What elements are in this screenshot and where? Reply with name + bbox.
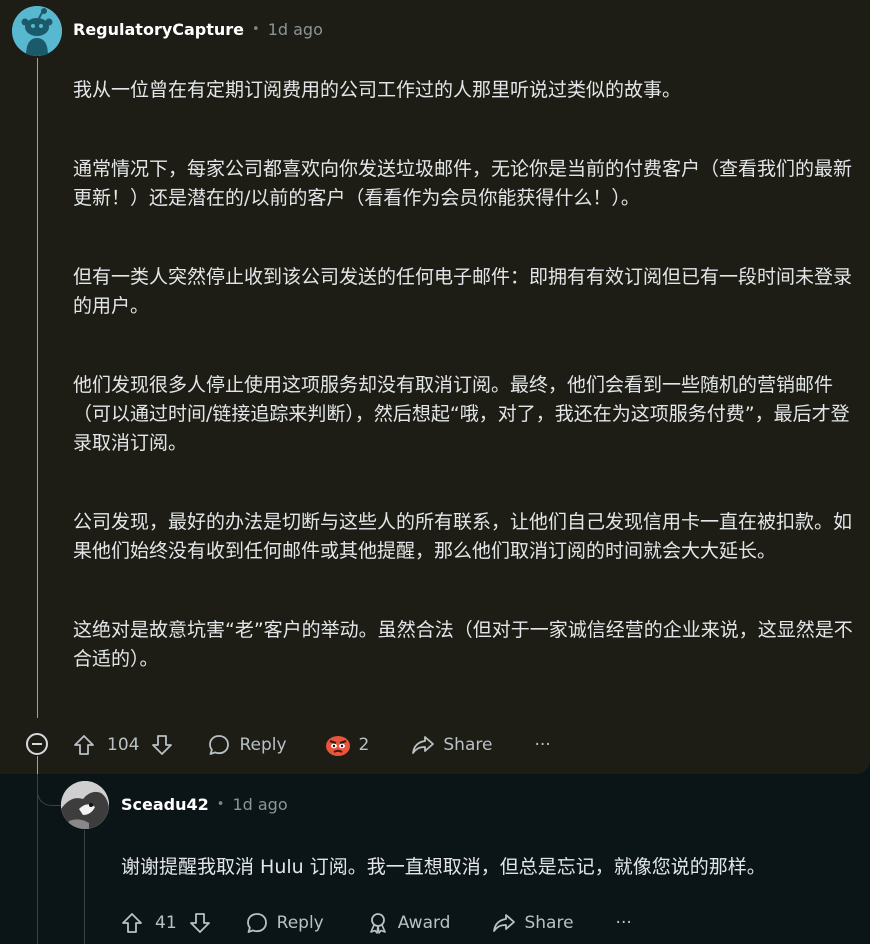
comment-body: 谢谢提醒我取消 Hulu 订阅。我一直想取消，但总是忘记，就像您说的那样。 xyxy=(121,856,766,878)
reply-label: Reply xyxy=(239,735,287,755)
avatar[interactable] xyxy=(61,781,109,829)
vote-count: 104 xyxy=(107,735,140,755)
vote-group: 104 xyxy=(73,734,173,756)
timestamp[interactable]: 1d ago xyxy=(268,20,323,39)
award-label: Award xyxy=(397,913,451,933)
more-options-icon: ··· xyxy=(615,913,632,933)
upvote-button[interactable] xyxy=(121,912,143,934)
downvote-button[interactable] xyxy=(189,912,211,934)
username[interactable]: Sceadu42 xyxy=(121,795,209,814)
downvote-icon xyxy=(189,913,210,933)
more-options-icon: ··· xyxy=(534,735,551,755)
separator-dot: • xyxy=(252,22,260,37)
share-label: Share xyxy=(524,913,574,933)
thread-line[interactable] xyxy=(84,830,85,944)
share-label: Share xyxy=(443,735,493,755)
comment-meta: RegulatoryCapture • 1d ago xyxy=(73,20,323,39)
username[interactable]: RegulatoryCapture xyxy=(73,20,244,39)
upvote-icon xyxy=(74,735,94,755)
comment-paragraph: 但有一类人突然停止收到该公司发送的任何电子邮件：即拥有有效订阅但已有一段时间未登… xyxy=(73,266,853,317)
thread-line[interactable] xyxy=(37,58,38,718)
comment-paragraph: 通常情况下，每家公司都喜欢向你发送垃圾邮件，无论你是当前的付费客户（查看我们的最… xyxy=(73,158,853,209)
thread-line[interactable] xyxy=(37,774,38,944)
reply-label: Reply xyxy=(276,913,324,933)
more-options-button[interactable]: ··· xyxy=(534,735,550,755)
vote-count: 41 xyxy=(155,913,177,933)
comment-paragraph: 公司发现，最好的办法是切断与这些人的所有联系，让他们自己发现信用卡一直在被扣款。… xyxy=(73,511,853,562)
collapse-thread-button[interactable] xyxy=(26,733,48,755)
share-icon xyxy=(412,736,435,754)
award-button[interactable]: 2 xyxy=(325,733,370,757)
reply-button[interactable]: Reply xyxy=(207,733,287,757)
timestamp[interactable]: 1d ago xyxy=(232,795,287,814)
award-count: 2 xyxy=(358,735,370,755)
thread-line[interactable] xyxy=(37,756,38,774)
comment-paragraph: 他们发现很多人停止使用这项服务却没有取消订阅。最终，他们会看到一些随机的营销邮件… xyxy=(73,374,850,454)
vote-group: 41 xyxy=(121,912,211,934)
downvote-button[interactable] xyxy=(151,734,173,756)
comment-meta: Sceadu42 • 1d ago xyxy=(121,795,288,814)
comment-body: 我从一位曾在有定期订阅费用的公司工作过的人那里听说过类似的故事。 通常情况下，每… xyxy=(73,76,863,724)
downvote-icon xyxy=(152,735,173,755)
comment-actions: 104 Reply 2 Share ··· xyxy=(73,732,551,758)
snoo-avatar-icon xyxy=(12,6,62,56)
share-icon xyxy=(493,914,516,932)
avatar[interactable] xyxy=(12,6,62,56)
more-options-button[interactable]: ··· xyxy=(616,913,632,933)
reply-button[interactable]: Reply xyxy=(245,911,324,935)
upvote-button[interactable] xyxy=(73,734,95,756)
share-button[interactable]: Share xyxy=(411,734,492,756)
upvote-icon xyxy=(122,913,142,933)
share-button[interactable]: Share xyxy=(492,912,574,934)
angry-face-award-icon xyxy=(325,736,350,756)
award-ribbon-icon xyxy=(369,913,386,934)
comment-actions: 41 Reply Award Share ··· xyxy=(121,910,632,936)
speech-bubble-icon xyxy=(209,735,230,755)
award-button[interactable]: Award xyxy=(366,911,451,935)
separator-dot: • xyxy=(216,797,225,812)
user-photo-avatar-icon xyxy=(61,781,109,829)
speech-bubble-icon xyxy=(246,913,267,933)
comment-paragraph: 这绝对是故意坑害“老”客户的举动。虽然合法（但对于一家诚信经营的企业来说，这显然… xyxy=(73,619,853,670)
comment-paragraph: 我从一位曾在有定期订阅费用的公司工作过的人那里听说过类似的故事。 xyxy=(73,79,682,101)
